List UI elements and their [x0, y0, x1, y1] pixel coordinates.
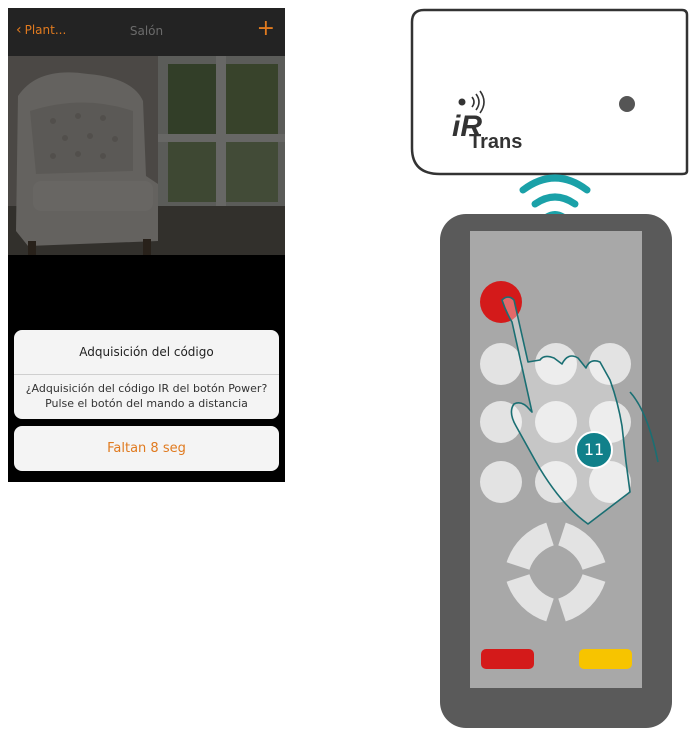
page-title: Salón — [129, 24, 164, 38]
countdown-button[interactable]: Faltan 8 seg — [14, 426, 279, 471]
dialog-title: Adquisición del código — [14, 330, 279, 375]
room-photo — [8, 56, 285, 255]
photo-dim-overlay — [8, 56, 285, 255]
remote-control — [440, 214, 672, 728]
plus-icon[interactable]: + — [257, 18, 275, 40]
logo-word: Trans — [469, 131, 523, 153]
dialog-message-line2: Pulse el botón del mando a distancia — [45, 397, 248, 410]
navbar: ‹ Plant... Salón + — [8, 8, 285, 56]
dialog-message: ¿Adquisición del código IR del botón Pow… — [14, 375, 279, 411]
code-acquisition-dialog: Adquisición del código ¿Adquisición del … — [14, 330, 279, 419]
step-number-badge: 11 — [575, 431, 613, 469]
dialog-message-line1: ¿Adquisición del código IR del botón Pow… — [25, 382, 268, 395]
led-indicator-icon — [619, 96, 635, 112]
phone-screen: ‹ Plant... Salón + Adquisición del códig… — [8, 8, 285, 482]
